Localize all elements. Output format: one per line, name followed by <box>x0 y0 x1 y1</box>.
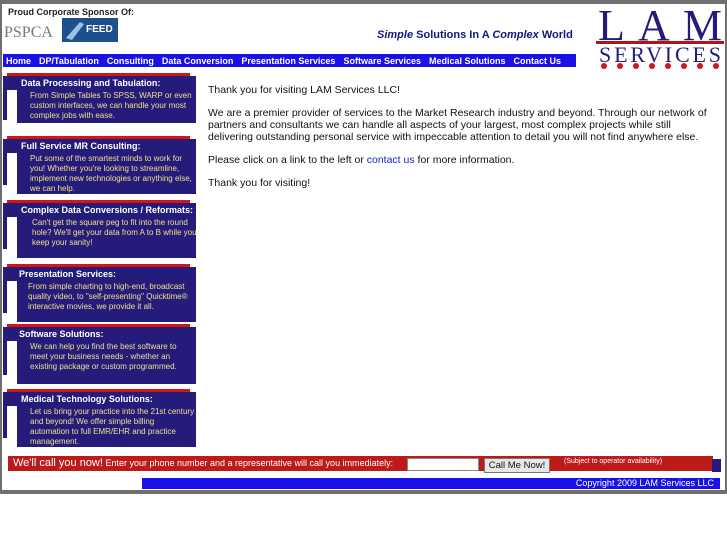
nav-data-conversion[interactable]: Data Conversion <box>162 56 234 66</box>
card-text: From Simple Tables To SPSS, WARP or even… <box>30 91 192 120</box>
tagline: Simple Solutions In A Complex World <box>377 29 573 41</box>
card-mr-consulting[interactable]: Full Service MR Consulting: Put some of … <box>3 136 196 194</box>
card-text: We can help you find the best software t… <box>30 342 177 371</box>
nav-software-services[interactable]: Software Services <box>343 56 421 66</box>
left-border <box>0 4 2 490</box>
sponsor-label: Proud Corporate Sponsor Of: <box>8 7 134 17</box>
lam-services-logo[interactable]: LAM SERVICES <box>596 4 724 70</box>
card-data-conversions[interactable]: Complex Data Conversions / Reformats: Ca… <box>3 200 197 258</box>
welcome-heading: Thank you for visiting LAM Services LLC! <box>208 84 400 96</box>
card-text: Let us bring your practice into the 21st… <box>30 407 195 446</box>
contact-us-link[interactable]: contact us <box>367 154 415 166</box>
nav-home[interactable]: Home <box>6 56 31 66</box>
card-text: Put some of the smartest minds to work f… <box>30 154 192 193</box>
feed-logo[interactable]: FEED <box>62 18 118 42</box>
card-title[interactable]: Full Service MR Consulting: <box>21 141 141 151</box>
card-software-solutions[interactable]: Software Solutions: We can help you find… <box>3 324 196 384</box>
card-presentation-services[interactable]: Presentation Services: From simple chart… <box>3 264 196 322</box>
call-me-now-button[interactable]: Call Me Now! <box>484 458 550 473</box>
nav-contact-us[interactable]: Contact Us <box>514 56 562 66</box>
nav-dp-tabulation[interactable]: DP/Tabulation <box>39 56 99 66</box>
card-title[interactable]: Software Solutions: <box>19 329 104 339</box>
operator-availability-note: (Subject to operator availability) <box>564 458 663 465</box>
card-title[interactable]: Medical Technology Solutions: <box>21 394 153 404</box>
callback-bar-accent <box>712 459 721 472</box>
callback-text: We'll call you now! Enter your phone num… <box>13 457 394 469</box>
nav-consulting[interactable]: Consulting <box>107 56 154 66</box>
copyright-text: Copyright 2009 LAM Services LLC <box>575 478 714 488</box>
card-title[interactable]: Presentation Services: <box>19 269 116 279</box>
main-content: Thank you for visiting LAM Services LLC!… <box>208 84 718 200</box>
card-text: Can't get the square peg to fit into the… <box>32 218 197 247</box>
intro-paragraph: We are a premier provider of services to… <box>208 107 707 143</box>
pspca-logo[interactable]: PSPCA <box>4 20 56 42</box>
main-nav: Home DP/Tabulation Consulting Data Conve… <box>3 54 576 67</box>
nav-presentation-services[interactable]: Presentation Services <box>241 56 335 66</box>
contact-paragraph: Please click on a link to the left or co… <box>208 154 515 166</box>
bottom-border <box>0 490 727 494</box>
phone-number-input[interactable] <box>407 458 479 471</box>
svg-text:PSPCA: PSPCA <box>4 24 53 41</box>
footer-bar: Copyright 2009 LAM Services LLC <box>142 478 720 489</box>
card-title[interactable]: Data Processing and Tabulation: <box>21 78 160 88</box>
nav-medical-solutions[interactable]: Medical Solutions <box>429 56 506 66</box>
thanks-paragraph: Thank you for visiting! <box>208 177 311 189</box>
card-medical-technology[interactable]: Medical Technology Solutions: Let us bri… <box>3 389 196 447</box>
card-title[interactable]: Complex Data Conversions / Reformats: <box>21 205 193 215</box>
svg-text:SERVICES: SERVICES <box>599 42 721 67</box>
card-text: From simple charting to high-end, broadc… <box>28 282 188 311</box>
svg-text:FEED: FEED <box>86 24 113 35</box>
card-data-processing[interactable]: Data Processing and Tabulation: From Sim… <box>3 73 196 129</box>
